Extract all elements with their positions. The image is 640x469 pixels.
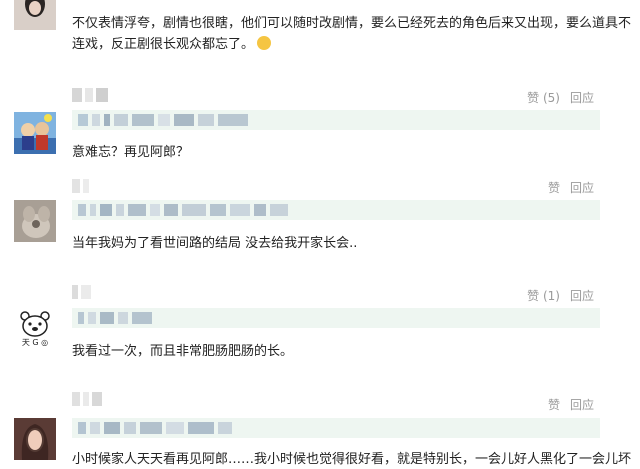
comment-actions: 赞 回应 <box>548 179 594 196</box>
quoted-reply <box>72 110 600 130</box>
avatar[interactable] <box>14 418 56 460</box>
username[interactable] <box>72 285 91 299</box>
comment-actions: 赞 回应 <box>548 396 594 413</box>
username[interactable] <box>72 88 108 102</box>
quoted-reply <box>72 200 600 220</box>
avatar[interactable]: 天 G ◎ <box>14 308 56 350</box>
username[interactable] <box>72 179 89 193</box>
like-button[interactable]: 赞 (5) <box>527 89 560 106</box>
comment-text: 我看过一次，而且非常肥肠肥肠的长。 <box>72 344 294 359</box>
comment-text: 连戏，反正剧很长观众都忘了。 <box>72 36 272 54</box>
grinning-sweat-emoji <box>257 36 272 50</box>
comment-text: 当年我妈为了看世间路的结局 没去给我开家长会.. <box>72 236 358 251</box>
reply-button[interactable]: 回应 <box>570 89 594 106</box>
comment-text: 小时候家人天天看再见阿郎……我小时候也觉得很好看，就是特别长，一会儿好人黑化了一… <box>72 452 632 467</box>
quoted-reply <box>72 418 600 438</box>
reply-button[interactable]: 回应 <box>570 287 594 304</box>
avatar[interactable] <box>14 200 56 242</box>
like-button[interactable]: 赞 <box>548 179 560 196</box>
avatar[interactable] <box>14 112 56 154</box>
comment-actions: 赞 (1) 回应 <box>527 287 594 304</box>
avatar-caption: 天 G ◎ <box>21 338 49 347</box>
reply-button[interactable]: 回应 <box>570 179 594 196</box>
comment-text: 意难忘？再见阿郎？ <box>72 145 190 160</box>
comment-text: 不仅表情浮夸，剧情也很瞎，他们可以随时改剧情，要么已经死去的角色后来又出现，要么… <box>72 16 632 31</box>
username[interactable] <box>72 392 102 406</box>
like-button[interactable]: 赞 (1) <box>527 287 560 304</box>
quoted-reply <box>72 308 600 328</box>
comment-actions: 赞 (5) 回应 <box>527 89 594 106</box>
reply-button[interactable]: 回应 <box>570 396 594 413</box>
like-button[interactable]: 赞 <box>548 396 560 413</box>
avatar[interactable] <box>14 0 56 30</box>
